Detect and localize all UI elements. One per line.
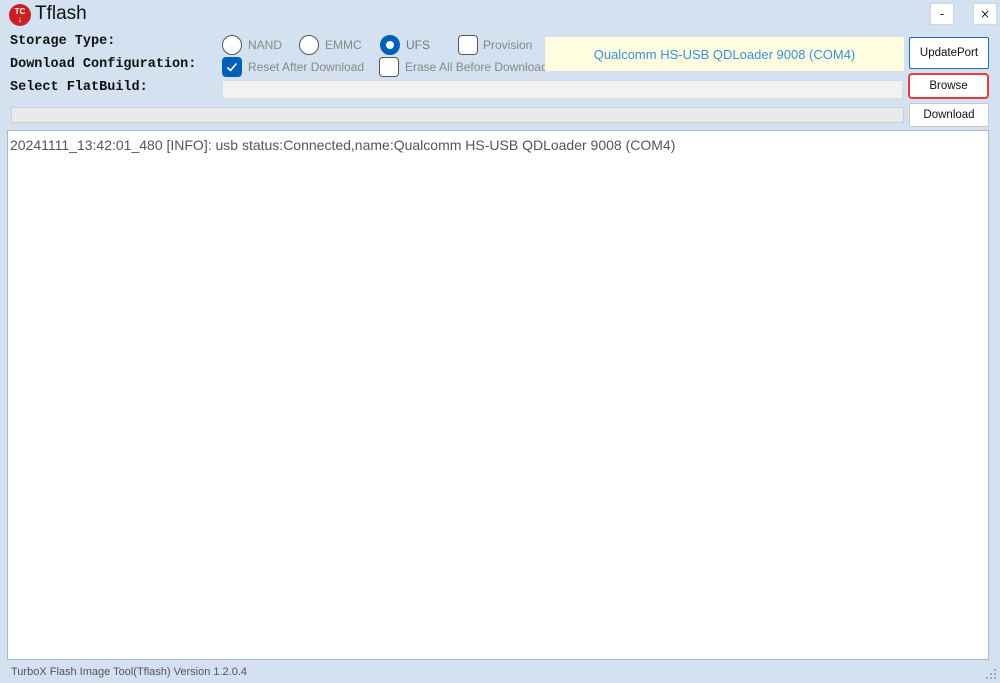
reset-after-download-checkbox[interactable]: [222, 57, 242, 77]
download-config-label: Download Configuration:: [10, 57, 197, 72]
flatbuild-path-field[interactable]: [222, 80, 903, 99]
erase-all-label: Erase All Before Download: [405, 60, 548, 74]
radio-nand-label: NAND: [248, 38, 283, 52]
browse-button[interactable]: Browse: [908, 73, 989, 99]
log-output[interactable]: 20241111_13:42:01_480 [INFO]: usb status…: [7, 130, 989, 660]
resize-grip-icon[interactable]: [985, 668, 997, 680]
port-status-display: Qualcomm HS-USB QDLoader 9008 (COM4): [545, 37, 904, 71]
provision-checkbox[interactable]: [458, 35, 478, 55]
close-button[interactable]: ×: [973, 3, 997, 25]
radio-ufs-label: UFS: [406, 38, 430, 52]
status-bar-text: TurboX Flash Image Tool(Tflash) Version …: [11, 666, 248, 678]
app-logo-icon: TC ↓: [9, 4, 31, 26]
radio-ufs[interactable]: [380, 35, 400, 55]
log-line: 20241111_13:42:01_480 [INFO]: usb status…: [10, 137, 676, 153]
update-port-button[interactable]: UpdatePort: [909, 37, 989, 69]
download-button[interactable]: Download: [909, 103, 989, 127]
download-progress-bar: [11, 107, 904, 123]
radio-nand[interactable]: [222, 35, 242, 55]
reset-after-download-label: Reset After Download: [248, 60, 365, 74]
select-flatbuild-label: Select FlatBuild:: [10, 80, 148, 95]
radio-emmc[interactable]: [299, 35, 319, 55]
window-title: Tflash: [35, 3, 87, 24]
download-arrow-icon: ↓: [17, 13, 23, 24]
minimize-button[interactable]: -: [930, 3, 954, 25]
provision-label: Provision: [483, 38, 533, 52]
erase-all-checkbox[interactable]: [379, 57, 399, 77]
radio-emmc-label: EMMC: [325, 38, 362, 52]
checkmark-icon: [226, 62, 238, 72]
storage-type-label: Storage Type:: [10, 34, 116, 49]
